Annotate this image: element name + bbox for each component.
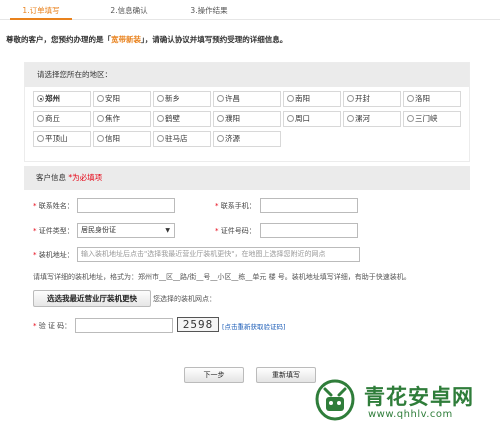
customer-heading: 客户信息 *为必填项: [24, 166, 470, 190]
radio-icon[interactable]: [347, 115, 354, 122]
selected-store-text: 您选择的装机网点：: [153, 295, 216, 303]
id-type-select[interactable]: 居民身份证 ▼: [77, 223, 175, 238]
region-option[interactable]: 濮阳: [213, 111, 281, 127]
region-option[interactable]: 三门峡: [403, 111, 461, 127]
region-heading: 请选择您所在的地区：: [25, 63, 469, 87]
radio-icon[interactable]: [347, 95, 354, 102]
step-order-fill[interactable]: 1.订单填写: [10, 4, 72, 20]
region-option[interactable]: 开封: [343, 91, 401, 107]
region-option[interactable]: 郑州: [33, 91, 91, 107]
nearest-store-button[interactable]: 选选我最近营业厅装机更快: [33, 290, 151, 307]
customer-panel: 客户信息 *为必填项: [24, 166, 470, 190]
region-option[interactable]: 平顶山: [33, 131, 91, 147]
radio-icon[interactable]: [217, 115, 224, 122]
radio-icon[interactable]: [287, 95, 294, 102]
region-option[interactable]: 焦作: [93, 111, 151, 127]
id-number-input[interactable]: [260, 223, 358, 238]
reset-button[interactable]: 重新填写: [256, 367, 316, 383]
dropdown-caret-icon: ▼: [165, 227, 170, 234]
radio-icon[interactable]: [217, 95, 224, 102]
watermark-url: www.qhhlv.com: [368, 409, 453, 420]
required-note: *为必填项: [68, 173, 103, 182]
radio-icon[interactable]: [287, 115, 294, 122]
contact-phone-input[interactable]: [260, 198, 358, 213]
region-option[interactable]: 济源: [213, 131, 281, 147]
region-option[interactable]: 南阳: [283, 91, 341, 107]
region-option[interactable]: 周口: [283, 111, 341, 127]
radio-icon[interactable]: [157, 115, 164, 122]
address-hint: 请填写详细的装机地址，格式为：郑州市__区__路/街__号__小区__栋__单元…: [33, 273, 411, 281]
region-option[interactable]: 商丘: [33, 111, 91, 127]
captcha-input[interactable]: [75, 318, 173, 333]
radio-icon[interactable]: [97, 95, 104, 102]
customer-heading-text: 客户信息: [36, 173, 66, 182]
region-option[interactable]: 驻马店: [153, 131, 211, 147]
radio-icon[interactable]: [407, 115, 414, 122]
intro-text: 尊敬的客户，您预约办理的是「宽带新装」，请确认协议并填写预约受理的详细信息。: [6, 34, 496, 45]
region-option[interactable]: 洛阳: [403, 91, 461, 107]
radio-checked-icon[interactable]: [37, 95, 44, 102]
radio-icon[interactable]: [37, 115, 44, 122]
intro-product: 宽带新装: [111, 35, 141, 44]
contact-phone-label: * 联系手机：: [215, 202, 256, 210]
region-option[interactable]: 新乡: [153, 91, 211, 107]
step-result[interactable]: 3.操作结果: [178, 4, 240, 20]
region-option[interactable]: 漯河: [343, 111, 401, 127]
captcha-label: * 验 证 码：: [33, 322, 72, 330]
id-type-label: * 证件类型：: [33, 227, 74, 235]
captcha-refresh-link[interactable]: [点击重新获取验证码]: [222, 321, 286, 331]
radio-icon[interactable]: [97, 115, 104, 122]
intro-after: 」，请确认协议并填写预约受理的详细信息。: [141, 35, 288, 44]
address-input[interactable]: 输入装机地址后点击"选择我最近营业厅装机更快"，在地图上选择您附近的网点: [77, 247, 360, 262]
radio-icon[interactable]: [37, 135, 44, 142]
captcha-image[interactable]: 2598: [177, 317, 219, 332]
address-label: * 装机地址：: [33, 251, 74, 259]
step-tabs: 1.订单填写 2.信息确认 3.操作结果: [0, 0, 500, 20]
radio-icon[interactable]: [157, 95, 164, 102]
region-option[interactable]: 鹤壁: [153, 111, 211, 127]
watermark: 青花安卓网 www.qhhlv.com: [312, 373, 500, 428]
radio-icon[interactable]: [157, 135, 164, 142]
radio-icon[interactable]: [217, 135, 224, 142]
contact-name-input[interactable]: [77, 198, 175, 213]
watermark-title: 青花安卓网: [364, 385, 474, 409]
step-info-confirm[interactable]: 2.信息确认: [98, 4, 160, 20]
next-button[interactable]: 下一步: [184, 367, 244, 383]
region-option[interactable]: 许昌: [213, 91, 281, 107]
radio-icon[interactable]: [407, 95, 414, 102]
radio-icon[interactable]: [97, 135, 104, 142]
id-number-label: * 证件号码：: [215, 227, 256, 235]
intro-before: 尊敬的客户，您预约办理的是「: [6, 35, 111, 44]
region-option[interactable]: 信阳: [93, 131, 151, 147]
watermark-logo-icon: [315, 379, 355, 421]
id-type-value: 居民身份证: [81, 226, 116, 234]
region-option[interactable]: 安阳: [93, 91, 151, 107]
contact-name-label: * 联系姓名：: [33, 202, 74, 210]
